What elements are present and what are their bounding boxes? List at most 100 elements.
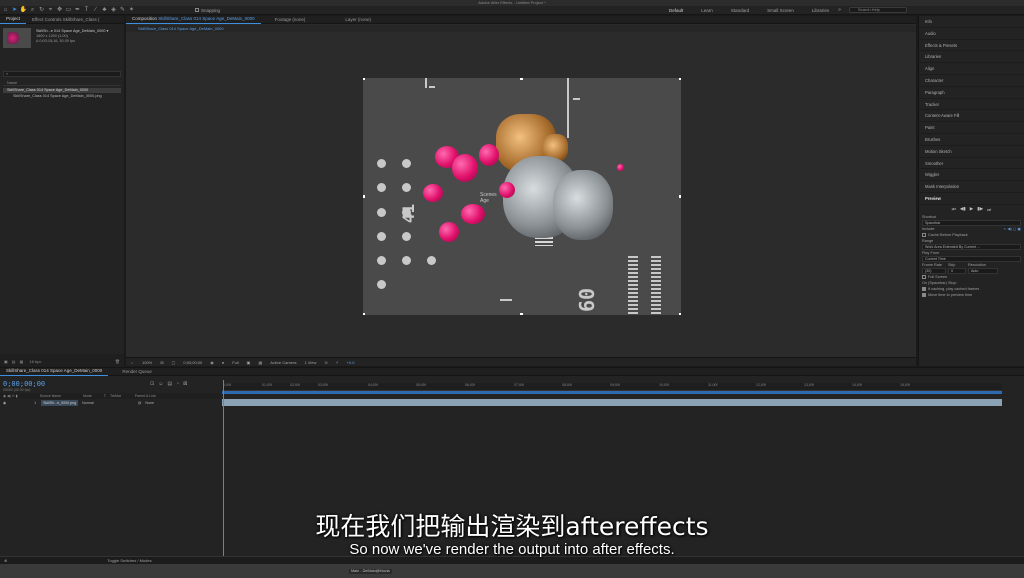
views-select[interactable]: 1 View: [304, 358, 316, 367]
work-area-bar[interactable]: [222, 391, 1002, 394]
home-icon[interactable]: ⌂: [2, 7, 9, 14]
layer-row[interactable]: ◉ 1 SkillSh...e_0000.png Normal @ None: [0, 400, 220, 406]
transform-handle[interactable]: [363, 195, 365, 198]
transform-handle[interactable]: [363, 78, 365, 80]
tab-composition[interactable]: Composition SkillShare_Class 014 Space A…: [126, 15, 261, 24]
camera-tool-icon[interactable]: ⌖: [47, 7, 54, 14]
draft-3d-icon[interactable]: ⊡: [150, 381, 154, 387]
transform-handle[interactable]: [679, 195, 681, 198]
resolution-select[interactable]: Auto: [968, 267, 998, 274]
rotate-tool-icon[interactable]: ↻: [38, 7, 45, 14]
tab-footage[interactable]: Footage (none): [269, 16, 312, 24]
trash-icon[interactable]: 🗑: [115, 359, 120, 364]
panel-effects-presets[interactable]: Effects & Presets: [919, 40, 1024, 52]
tab-layer[interactable]: Layer (none): [339, 16, 377, 24]
graph-editor-icon[interactable]: ⊠: [183, 381, 187, 387]
color-channel-icon[interactable]: ●: [222, 358, 224, 367]
panel-paragraph[interactable]: Paragraph: [919, 87, 1024, 99]
panel-align[interactable]: Align: [919, 63, 1024, 75]
workspace-learn[interactable]: Learn: [692, 6, 722, 15]
panel-wiggler[interactable]: Wiggler: [919, 169, 1024, 182]
panel-mask-interpolation[interactable]: Mask Interpolation: [919, 181, 1024, 193]
snapshot-icon[interactable]: ◉: [210, 358, 214, 367]
project-item-png[interactable]: SkillShare_Class 014 Space Age_DeMain_00…: [3, 94, 121, 99]
grid-icon[interactable]: ⊞: [160, 358, 163, 367]
frame-blend-icon[interactable]: ▤: [167, 381, 172, 387]
column-trkmat[interactable]: TrkMat: [110, 393, 121, 399]
quality-select[interactable]: Full: [232, 358, 238, 367]
pen-tool-icon[interactable]: ✒: [74, 7, 81, 14]
column-parent[interactable]: Parent & Link: [135, 393, 156, 399]
fast-preview-icon[interactable]: ⚡: [336, 358, 339, 367]
composition-canvas[interactable]: 41 60 Scenes Age: [363, 78, 681, 315]
interpret-footage-icon[interactable]: ▣: [4, 359, 8, 364]
column-t[interactable]: T: [104, 393, 106, 399]
project-search-input[interactable]: ⌕: [3, 71, 121, 77]
zoom-tool-icon[interactable]: ⌕: [29, 7, 36, 14]
layer-name[interactable]: SkillSh...e_0000.png: [41, 400, 79, 406]
panel-preview[interactable]: Preview: [919, 193, 1024, 205]
panel-brushes[interactable]: Brushes: [919, 134, 1024, 146]
workspace-standard[interactable]: Standard: [722, 6, 758, 15]
transform-handle[interactable]: [679, 78, 681, 80]
next-frame-icon[interactable]: ▮▶: [977, 206, 983, 212]
panel-character[interactable]: Character: [919, 75, 1024, 87]
snapping-checkbox[interactable]: [195, 8, 199, 12]
shy-icon[interactable]: ☺: [158, 381, 163, 387]
skip-select[interactable]: 0: [948, 267, 966, 274]
hand-tool-icon[interactable]: ✋: [20, 7, 27, 14]
layer-duration-bar[interactable]: [222, 399, 1002, 406]
roto-brush-tool-icon[interactable]: ✎: [119, 7, 126, 14]
prev-frame-icon[interactable]: ◀▮: [960, 206, 966, 212]
play-icon[interactable]: ▶: [970, 206, 973, 212]
time-ruler[interactable]: 0;00f 01;00f 02;00f 03;00f 04;00f 05;00f…: [222, 383, 1002, 391]
bpc-label[interactable]: 16 bpc: [29, 359, 41, 364]
transform-handle[interactable]: [520, 313, 523, 315]
panel-info[interactable]: Info: [919, 16, 1024, 28]
new-folder-icon[interactable]: ▤: [12, 359, 16, 364]
panel-audio[interactable]: Audio: [919, 28, 1024, 40]
tab-timeline-comp[interactable]: SkillShare_Class 014 Space Age_DeMain_00…: [0, 367, 109, 376]
clone-stamp-tool-icon[interactable]: ♣: [101, 7, 108, 14]
tab-project[interactable]: Project: [0, 15, 27, 24]
timecode-display[interactable]: 0;00;00;00: [183, 358, 202, 367]
camera-select[interactable]: Active Camera: [270, 358, 296, 367]
region-icon[interactable]: ▢: [172, 358, 176, 367]
pan-behind-tool-icon[interactable]: ✥: [56, 7, 63, 14]
stop-option-move-time[interactable]: Move time to preview time: [919, 292, 1024, 298]
visibility-icon[interactable]: ◉: [3, 400, 6, 406]
column-source-name[interactable]: Source Name: [40, 393, 61, 399]
panel-tracker[interactable]: Tracker: [919, 99, 1024, 111]
brush-tool-icon[interactable]: ∕: [92, 7, 99, 14]
motion-blur-icon[interactable]: ◔: [176, 381, 179, 387]
workspace-libraries[interactable]: Libraries: [803, 6, 838, 15]
eraser-tool-icon[interactable]: ◈: [110, 7, 117, 14]
panel-smoother[interactable]: Smoother: [919, 158, 1024, 170]
transform-handle[interactable]: [679, 313, 681, 315]
workspace-menu-icon[interactable]: »: [838, 7, 841, 13]
framerate-select[interactable]: (30): [922, 267, 946, 274]
transform-handle[interactable]: [363, 313, 365, 315]
help-search-input[interactable]: Search Help: [848, 7, 907, 13]
last-frame-icon[interactable]: ⏭: [987, 207, 991, 212]
shape-tool-icon[interactable]: ▭: [65, 7, 72, 14]
transparency-grid-icon[interactable]: ▦: [258, 358, 262, 367]
puppet-tool-icon[interactable]: ✶: [128, 7, 135, 14]
panel-libraries[interactable]: Libraries: [919, 51, 1024, 64]
tab-effect-controls[interactable]: Effect Controls SkillShare_Class (: [26, 16, 105, 24]
column-mode[interactable]: Mode: [83, 393, 92, 399]
panel-paint[interactable]: Paint: [919, 122, 1024, 134]
panel-content-aware-fill[interactable]: Content-Aware Fill: [919, 110, 1024, 123]
include-video-audio-icons[interactable]: ◐ ◀) ▢ ▣: [1004, 226, 1021, 232]
workspace-default[interactable]: Default: [660, 6, 692, 15]
layer-mode-select[interactable]: Normal: [82, 400, 94, 406]
type-tool-icon[interactable]: T: [83, 7, 90, 14]
tab-render-queue[interactable]: Render Queue: [116, 368, 158, 376]
panel-motion-sketch[interactable]: Motion Sketch: [919, 146, 1024, 158]
always-preview-icon[interactable]: ⇔: [130, 358, 134, 367]
reset-exposure-icon[interactable]: ⊝: [324, 358, 327, 367]
parent-pickwhip-icon[interactable]: @: [138, 400, 142, 406]
exposure-value[interactable]: +0.0: [347, 358, 355, 367]
timeline-timecode[interactable]: 0;00;00;00: [3, 380, 45, 388]
new-comp-icon[interactable]: ▦: [20, 359, 24, 364]
